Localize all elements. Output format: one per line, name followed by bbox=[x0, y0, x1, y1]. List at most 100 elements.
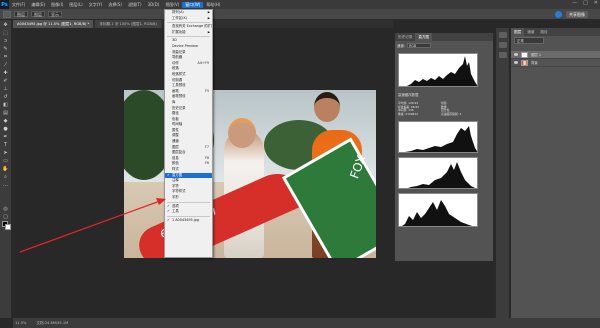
window-menu-item[interactable]: 字形 bbox=[165, 195, 212, 201]
submenu-arrow-icon: ▶ bbox=[207, 29, 210, 34]
properties-panel-icon[interactable] bbox=[498, 52, 507, 58]
menu-item[interactable]: 图像(I) bbox=[48, 2, 66, 8]
healing-tool-icon[interactable]: ✚ bbox=[2, 70, 10, 76]
visibility-eye-icon[interactable] bbox=[514, 61, 518, 64]
menu-item[interactable]: 选择(S) bbox=[105, 2, 125, 8]
tab-document-1[interactable]: A0043495.jpg @ 11.5% (图层1, RGB/8) * bbox=[13, 20, 94, 28]
app-logo: Ps bbox=[0, 0, 9, 9]
zoom-tool-icon[interactable]: ⌕ bbox=[2, 174, 10, 180]
histogram-panel-icon[interactable] bbox=[498, 42, 507, 48]
tab-channels[interactable]: 通道 bbox=[524, 28, 537, 36]
eraser-tool-icon[interactable]: ◧ bbox=[2, 102, 10, 108]
layers-panel-tabs: 图层 通道 路径 bbox=[511, 28, 600, 36]
menu-item-label: 时间轴 bbox=[172, 122, 183, 127]
zoom-level[interactable]: 11.5% bbox=[15, 321, 26, 325]
menu-item-label: 库 bbox=[172, 99, 176, 104]
hand-tool-icon[interactable]: ✋ bbox=[2, 166, 10, 172]
menu-item[interactable]: 图层(L) bbox=[66, 2, 85, 8]
layer-thumbnail bbox=[521, 59, 528, 66]
show-transform-field[interactable]: 显示 bbox=[48, 11, 62, 17]
crop-tool-icon[interactable]: ⌗ bbox=[2, 54, 10, 60]
layer-name: 图层 1 bbox=[531, 53, 542, 57]
window-menu-item[interactable]: 工作区(K) ▶ bbox=[165, 16, 212, 22]
maximize-button[interactable]: □ bbox=[583, 0, 588, 6]
submenu-arrow-icon: ▶ bbox=[207, 15, 210, 20]
menu-item[interactable]: 3D(D) bbox=[145, 2, 163, 8]
check-icon: ✓ bbox=[167, 209, 171, 214]
window-menu-item[interactable]: ✓ 1 A0043495.jpg bbox=[165, 218, 212, 224]
menu-item-label: 测量记录 bbox=[172, 49, 186, 54]
eyedropper-tool-icon[interactable]: ⁄ bbox=[2, 62, 10, 68]
tab-layers[interactable]: 图层 bbox=[511, 28, 525, 36]
menu-item[interactable]: 文件(F) bbox=[9, 2, 28, 8]
gradient-tool-icon[interactable]: ▤ bbox=[2, 110, 10, 116]
menu-item[interactable]: 帮助(H) bbox=[203, 2, 223, 8]
histogram-composite bbox=[398, 53, 478, 87]
quick-select-tool-icon[interactable]: ✎ bbox=[2, 46, 10, 52]
menu-item[interactable]: 编辑(E) bbox=[28, 2, 48, 8]
stamp-tool-icon[interactable]: ⊥ bbox=[2, 86, 10, 92]
menu-item-label: 颜色 bbox=[172, 161, 179, 166]
menu-item-label: 仿制源 bbox=[172, 77, 183, 82]
menu-item-label: 字形 bbox=[172, 195, 179, 199]
layer-field[interactable]: 图层 bbox=[31, 11, 45, 17]
move-tool-icon[interactable] bbox=[3, 10, 11, 18]
menu-item[interactable]: 视图(V) bbox=[162, 2, 182, 8]
panel-icon-column bbox=[495, 28, 509, 318]
quick-mask-icon[interactable]: ◎ bbox=[2, 206, 10, 212]
channel-row: 通道: RGB bbox=[395, 41, 493, 50]
screen-mode-icon[interactable]: ▢ bbox=[2, 214, 10, 220]
visibility-eye-icon[interactable] bbox=[514, 53, 518, 56]
histogram-stats: 高速缓存数据 平均值: 128.94 标准偏差: 68.65 中间值: 136 … bbox=[398, 93, 484, 116]
menu-item[interactable]: 窗口(W) bbox=[182, 1, 204, 8]
dodge-tool-icon[interactable]: ● bbox=[2, 126, 10, 132]
blur-tool-icon[interactable]: ◆ bbox=[2, 118, 10, 124]
move-tool-icon[interactable]: ✥ bbox=[2, 22, 10, 28]
tab-document-2[interactable]: 未标题-1 @ 100% (图层1, RGB/8) bbox=[95, 20, 161, 28]
window-menu-item[interactable]: ✓ 工具 bbox=[165, 209, 212, 215]
cloud-icon[interactable] bbox=[555, 11, 562, 18]
histogram-blue bbox=[398, 193, 478, 227]
layer-row[interactable]: 图层 1 bbox=[511, 51, 600, 59]
menu-item-label: 工具预设 bbox=[172, 83, 186, 88]
menu-separator bbox=[167, 201, 210, 203]
menu-item-label: 1 A0043495.jpg bbox=[172, 217, 199, 222]
minimize-button[interactable]: — bbox=[572, 0, 577, 6]
history-panel-icon[interactable] bbox=[498, 32, 507, 38]
lasso-tool-icon[interactable]: ↄ bbox=[2, 38, 10, 44]
share-button[interactable]: 共享图像 bbox=[566, 11, 588, 18]
background-color-swatch[interactable] bbox=[5, 224, 11, 230]
menu-item[interactable]: 文字(Y) bbox=[86, 2, 106, 8]
auto-select-field[interactable]: 图层 bbox=[14, 11, 28, 17]
channel-select[interactable]: RGB bbox=[406, 43, 431, 48]
layer-thumbnail bbox=[521, 51, 528, 58]
menu-item-label: 路径 bbox=[172, 111, 179, 116]
path-select-tool-icon[interactable]: ➤ bbox=[2, 150, 10, 156]
marquee-tool-icon[interactable]: ⬚ bbox=[2, 30, 10, 36]
menu-item-label: 工具 bbox=[172, 209, 179, 214]
menu-item-label: 字符样式 bbox=[172, 189, 186, 194]
layer-row[interactable]: 背景 bbox=[511, 59, 600, 67]
tab-paths[interactable]: 路径 bbox=[537, 28, 550, 36]
pen-tool-icon[interactable]: ✒ bbox=[2, 134, 10, 140]
blend-mode-select[interactable]: 正常 bbox=[514, 37, 544, 44]
canvas-photo[interactable]: eyelation FOX bbox=[124, 90, 376, 258]
brush-tool-icon[interactable]: ✐ bbox=[2, 78, 10, 84]
more-tools-icon[interactable]: … bbox=[2, 182, 10, 188]
menu-item-label: 样式 bbox=[172, 167, 179, 172]
layers-panel: 图层 通道 路径 正常 图层 1 背景 bbox=[510, 28, 600, 318]
shape-tool-icon[interactable]: ▭ bbox=[2, 158, 10, 164]
type-tool-icon[interactable]: T bbox=[2, 142, 10, 148]
tab-history[interactable]: 历史记录 bbox=[395, 33, 415, 41]
stat-pixels: 像素: 2109824 bbox=[398, 111, 418, 116]
history-brush-tool-icon[interactable]: ↺ bbox=[2, 94, 10, 100]
tab-histogram[interactable]: 直方图 bbox=[415, 33, 433, 41]
menu-item-label: 选项 bbox=[172, 203, 179, 208]
menu-item[interactable]: 滤镜(T) bbox=[125, 2, 145, 8]
close-button[interactable]: ✕ bbox=[594, 0, 598, 6]
menu-item-label: 属性 bbox=[172, 127, 179, 132]
window-menu-item[interactable]: 扩展功能 ▶ bbox=[165, 30, 212, 36]
menu-item-label: 排列(A) bbox=[172, 10, 184, 14]
menu-item-label: 通道 bbox=[172, 139, 179, 144]
menu-item-label: 直方图 bbox=[172, 172, 183, 177]
